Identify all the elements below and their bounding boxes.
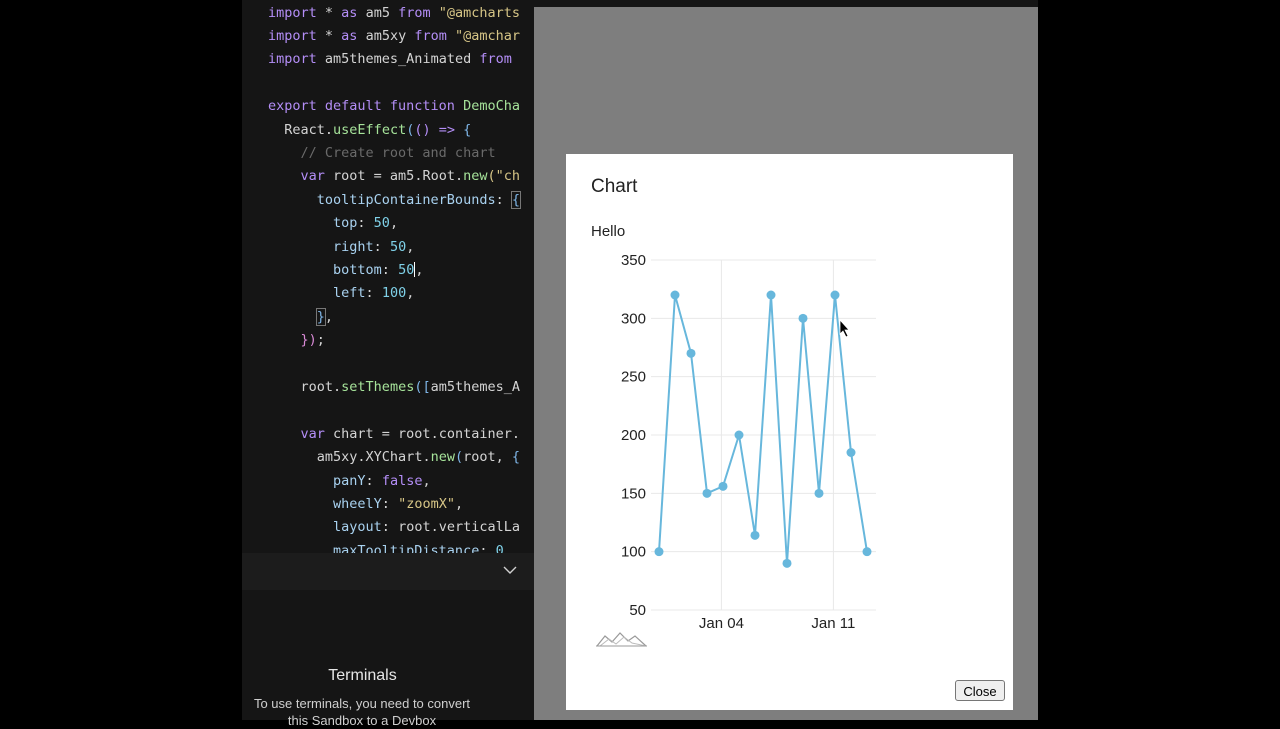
chart-grid — [651, 259, 876, 611]
data-point[interactable] — [734, 430, 744, 440]
data-point[interactable] — [654, 547, 664, 557]
y-tick-label: 50 — [629, 602, 646, 619]
y-tick-label: 350 — [621, 252, 646, 269]
data-point[interactable] — [814, 488, 824, 498]
data-point[interactable] — [798, 313, 808, 323]
y-tick-label: 250 — [621, 369, 646, 386]
data-point[interactable] — [702, 488, 712, 498]
data-point[interactable] — [862, 547, 872, 557]
data-point[interactable] — [718, 481, 728, 491]
x-tick-label: Jan 11 — [811, 615, 855, 632]
y-tick-label: 150 — [621, 485, 646, 502]
scrollbar-preview-icon[interactable] — [596, 632, 647, 647]
mouse-pointer-icon — [839, 318, 850, 338]
data-point[interactable] — [846, 448, 856, 457]
close-button[interactable]: Close — [955, 680, 1005, 701]
data-point[interactable] — [830, 290, 840, 300]
data-point[interactable] — [750, 530, 760, 540]
data-point[interactable] — [670, 290, 680, 300]
y-tick-label: 200 — [621, 427, 646, 444]
x-tick-label: Jan 04 — [699, 615, 744, 632]
data-point[interactable] — [782, 558, 792, 568]
chart-axes: 350 300 250 200 150 100 50 Jan 04 Jan 11 — [621, 252, 855, 632]
data-point[interactable] — [686, 348, 696, 358]
y-tick-label: 300 — [621, 310, 646, 327]
y-tick-label: 100 — [621, 544, 646, 561]
series-line — [658, 294, 868, 564]
data-point[interactable] — [766, 290, 776, 300]
line-chart[interactable]: 350 300 250 200 150 100 50 Jan 04 Jan 11 — [0, 0, 1280, 720]
